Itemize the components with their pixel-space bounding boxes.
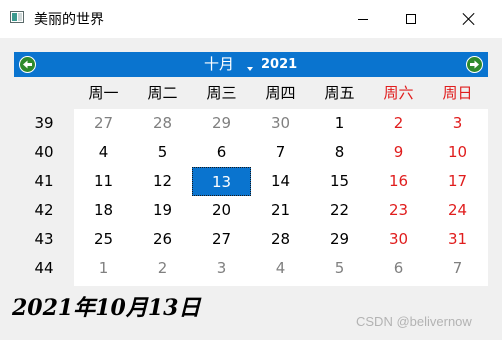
week-number: 44 <box>34 259 54 277</box>
day-cell[interactable]: 28 <box>133 109 192 138</box>
maximize-button[interactable] <box>388 0 434 38</box>
app-window-icon <box>10 11 24 23</box>
year-selector[interactable]: 2021 <box>261 54 297 75</box>
day-cell[interactable]: 18 <box>74 196 133 225</box>
watermark-text: CSDN @belivernow <box>356 314 472 329</box>
maximize-icon <box>406 14 416 24</box>
week-number: 43 <box>34 230 54 248</box>
day-cell[interactable]: 31 <box>428 225 487 254</box>
day-cell[interactable]: 8 <box>310 138 369 167</box>
calendar-navigation-bar: 十月 2021 <box>14 52 488 77</box>
day-cell[interactable]: 30 <box>369 225 428 254</box>
day-cell[interactable]: 16 <box>369 167 428 196</box>
week-number: 39 <box>34 114 54 132</box>
weekday-header: 周一 <box>88 84 119 102</box>
day-cell[interactable]: 12 <box>133 167 192 196</box>
close-button[interactable] <box>446 0 492 38</box>
day-cell[interactable]: 25 <box>74 225 133 254</box>
day-cell[interactable]: 2 <box>133 254 192 283</box>
day-cell[interactable]: 23 <box>369 196 428 225</box>
day-cell[interactable]: 27 <box>74 109 133 138</box>
day-cell[interactable]: 7 <box>251 138 310 167</box>
week-number: 41 <box>34 172 54 190</box>
day-cell[interactable]: 22 <box>310 196 369 225</box>
weekday-header: 周五 <box>324 84 355 102</box>
day-cell[interactable]: 1 <box>74 254 133 283</box>
prev-month-button[interactable] <box>19 56 36 73</box>
day-cell[interactable]: 5 <box>310 254 369 283</box>
weekday-header: 周六 <box>383 84 414 102</box>
day-cell[interactable]: 30 <box>251 109 310 138</box>
day-cell[interactable]: 6 <box>369 254 428 283</box>
next-month-button[interactable] <box>466 56 483 73</box>
day-cell[interactable]: 3 <box>428 109 487 138</box>
day-cell[interactable]: 7 <box>428 254 487 283</box>
weekday-header: 周日 <box>442 84 473 102</box>
arrow-left-icon <box>23 60 32 69</box>
day-cell[interactable]: 5 <box>133 138 192 167</box>
window-title: 美丽的世界 <box>34 12 104 28</box>
weekday-header: 周三 <box>206 84 237 102</box>
day-cell[interactable]: 4 <box>74 138 133 167</box>
day-cell[interactable]: 29 <box>192 109 251 138</box>
day-cell[interactable]: 19 <box>133 196 192 225</box>
day-cell[interactable]: 29 <box>310 225 369 254</box>
day-cell[interactable]: 21 <box>251 196 310 225</box>
arrow-right-icon <box>470 60 479 69</box>
week-number: 40 <box>34 143 54 161</box>
day-cell[interactable]: 10 <box>428 138 487 167</box>
day-cell[interactable]: 26 <box>133 225 192 254</box>
day-cell[interactable]: 14 <box>251 167 310 196</box>
day-cell[interactable]: 9 <box>369 138 428 167</box>
close-icon <box>463 13 475 25</box>
day-cell[interactable]: 24 <box>428 196 487 225</box>
day-cell[interactable]: 20 <box>192 196 251 225</box>
selected-date-label: 2021年10月13日 <box>12 295 201 321</box>
month-selector[interactable]: 十月 <box>204 54 234 75</box>
week-number: 42 <box>34 201 54 219</box>
day-cell[interactable]: 28 <box>251 225 310 254</box>
minimize-icon <box>358 18 368 20</box>
title-bar: 美丽的世界 <box>0 0 502 38</box>
day-cell[interactable]: 1 <box>310 109 369 138</box>
selected-day-cell[interactable]: 13 <box>192 167 251 196</box>
weekday-header: 周二 <box>147 84 178 102</box>
day-cell[interactable]: 6 <box>192 138 251 167</box>
day-cell[interactable]: 4 <box>251 254 310 283</box>
day-cell[interactable]: 2 <box>369 109 428 138</box>
day-cell[interactable]: 27 <box>192 225 251 254</box>
month-dropdown-icon[interactable] <box>247 67 253 71</box>
day-cell[interactable]: 11 <box>74 167 133 196</box>
minimize-button[interactable] <box>340 0 386 38</box>
day-cell[interactable]: 17 <box>428 167 487 196</box>
weekday-header: 周四 <box>265 84 296 102</box>
day-cell[interactable]: 15 <box>310 167 369 196</box>
day-cell[interactable]: 3 <box>192 254 251 283</box>
calendar-widget: 十月 2021 周一 周二 周三 周四 周五 周六 周日 39 27 28 29 30 1 2 3 40 4 5 6… <box>14 52 488 286</box>
